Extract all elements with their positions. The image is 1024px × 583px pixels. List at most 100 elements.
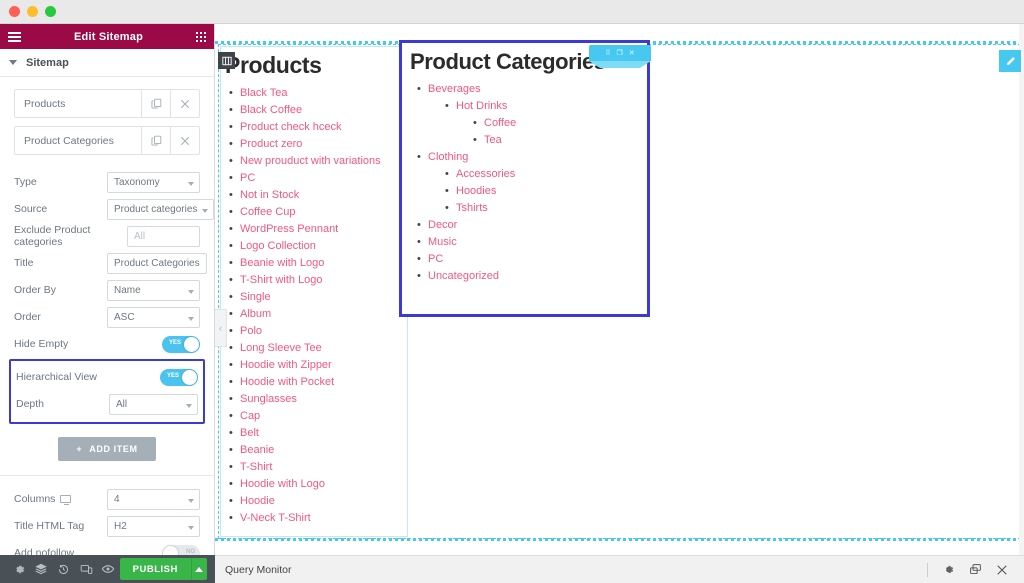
category-list-item[interactable]: Uncategorized (428, 268, 647, 285)
category-label[interactable]: Music (428, 236, 457, 248)
product-list-item[interactable]: Hoodie with Logo (240, 476, 407, 493)
window-minimize-button[interactable] (27, 6, 38, 17)
product-list-item[interactable]: V-Neck T-Shirt (240, 510, 407, 527)
window-close-button[interactable] (9, 6, 20, 17)
order-by-select[interactable]: Name (107, 280, 200, 301)
panel-title: Edit Sitemap (74, 31, 143, 43)
category-list-item[interactable]: PC (428, 251, 647, 268)
drag-handle-icon[interactable]: ⠿ (605, 50, 610, 57)
category-label[interactable]: Hoodies (456, 185, 496, 197)
category-label[interactable]: Uncategorized (428, 270, 499, 282)
duplicate-icon[interactable] (141, 90, 170, 117)
category-list-item[interactable]: Music (428, 234, 647, 251)
product-list-item[interactable]: Black Coffee (240, 102, 407, 119)
category-label[interactable]: Clothing (428, 151, 468, 163)
product-list-item[interactable]: Sunglasses (240, 391, 407, 408)
category-list-item[interactable]: Clothing Accessories Hoodies Tshirts (428, 149, 647, 217)
product-list-item[interactable]: Black Tea (240, 85, 407, 102)
pencil-edit-icon[interactable] (999, 50, 1021, 72)
responsive-icon[interactable] (75, 555, 97, 583)
add-item-button[interactable]: + ADD ITEM (58, 437, 155, 461)
chevron-up-icon[interactable] (191, 558, 207, 580)
product-list-item[interactable]: PC (240, 170, 407, 187)
hide-empty-toggle[interactable]: YES (162, 336, 200, 353)
category-list-item[interactable]: Coffee (484, 115, 647, 132)
product-list-item[interactable]: Hoodie with Zipper (240, 357, 407, 374)
history-icon[interactable] (53, 555, 75, 583)
close-icon[interactable]: ✕ (629, 50, 635, 57)
category-label[interactable]: Coffee (484, 117, 516, 129)
section-header-sitemap[interactable]: Sitemap (0, 49, 214, 77)
source-select[interactable]: Product categories (107, 199, 214, 220)
product-list-item[interactable]: Beanie (240, 442, 407, 459)
category-label[interactable]: Decor (428, 219, 457, 231)
exclude-input[interactable]: All (127, 226, 200, 247)
product-list-item[interactable]: Cap (240, 408, 407, 425)
order-select[interactable]: ASC (107, 307, 200, 328)
close-icon[interactable] (170, 90, 199, 117)
product-list-item[interactable]: Polo (240, 323, 407, 340)
hamburger-icon[interactable] (8, 32, 21, 42)
category-label[interactable]: Hot Drinks (456, 100, 507, 112)
monitor-icon[interactable] (60, 495, 71, 503)
category-list-item[interactable]: Decor (428, 217, 647, 234)
columns-select[interactable]: 4 (107, 489, 200, 510)
category-list-item[interactable]: Tshirts (456, 200, 647, 217)
hierarchical-view-toggle[interactable]: YES (160, 369, 198, 386)
category-list-item[interactable]: Hot Drinks Coffee Tea (456, 98, 647, 149)
panel-collapse-toggle[interactable]: ‹ (215, 309, 227, 347)
title-input[interactable]: Product Categories (107, 253, 207, 274)
product-categories-widget[interactable]: Product Categories BeveragesHot DrinksCo… (399, 40, 650, 317)
gear-icon[interactable] (942, 563, 955, 576)
duplicate-icon[interactable]: ❐ (616, 50, 622, 57)
product-list-item[interactable]: New prouduct with variations (240, 153, 407, 170)
products-widget[interactable]: Products Black TeaBlack CoffeeProduct ch… (220, 46, 408, 537)
product-list-item[interactable]: T-Shirt (240, 459, 407, 476)
category-list-item[interactable]: Beverages Hot Drinks Coffee Tea (428, 81, 647, 149)
title-html-tag-select[interactable]: H2 (107, 516, 200, 537)
close-icon[interactable] (996, 564, 1008, 576)
category-label[interactable]: PC (428, 253, 443, 265)
repeater-item-product-categories[interactable]: Product Categories (14, 126, 200, 155)
type-select[interactable]: Taxonomy (107, 172, 200, 193)
close-icon[interactable] (170, 127, 199, 154)
category-label[interactable]: Tshirts (456, 202, 488, 214)
scrollbar-rail[interactable] (1019, 24, 1024, 555)
window-zoom-button[interactable] (45, 6, 56, 17)
product-list-item[interactable]: Beanie with Logo (240, 255, 407, 272)
category-label[interactable]: Tea (484, 134, 502, 146)
layers-icon[interactable] (30, 555, 52, 583)
product-list-item[interactable]: Hoodie (240, 493, 407, 510)
category-list-item[interactable]: Hoodies (456, 183, 647, 200)
product-list-item[interactable]: Belt (240, 425, 407, 442)
grid-apps-icon[interactable] (196, 32, 206, 42)
product-list-item[interactable]: Hoodie with Pocket (240, 374, 407, 391)
duplicate-icon[interactable] (141, 127, 170, 154)
widget-toolbar[interactable]: ⠿ ❐ ✕ (589, 45, 651, 61)
category-label[interactable]: Accessories (456, 168, 515, 180)
product-list-item[interactable]: T-Shirt with Logo (240, 272, 407, 289)
depth-select[interactable]: All (109, 394, 198, 415)
gear-icon[interactable] (8, 555, 30, 583)
category-label[interactable]: Beverages (428, 83, 481, 95)
control-order-by: Order By Name (14, 277, 200, 303)
query-monitor-label[interactable]: Query Monitor (225, 564, 292, 576)
product-list-item[interactable]: Album (240, 306, 407, 323)
category-list-item[interactable]: Tea (484, 132, 647, 149)
window-position-icon[interactable] (969, 563, 982, 576)
product-list-item[interactable]: Product zero (240, 136, 407, 153)
product-list-item[interactable]: Product check hceck (240, 119, 407, 136)
product-list-item[interactable]: Coffee Cup (240, 204, 407, 221)
product-list-item[interactable]: Logo Collection (240, 238, 407, 255)
control-hide-empty-label: Hide Empty (14, 338, 107, 350)
columns-section-icon[interactable] (218, 52, 235, 69)
publish-button[interactable]: PUBLISH (120, 558, 191, 580)
product-list-item[interactable]: Long Sleeve Tee (240, 340, 407, 357)
eye-preview-icon[interactable] (97, 555, 119, 583)
repeater-item-products[interactable]: Products (14, 89, 200, 118)
category-list-item[interactable]: Accessories (456, 166, 647, 183)
product-list-item[interactable]: WordPress Pennant (240, 221, 407, 238)
product-list-item[interactable]: Not in Stock (240, 187, 407, 204)
control-depth-label: Depth (16, 398, 109, 410)
product-list-item[interactable]: Single (240, 289, 407, 306)
